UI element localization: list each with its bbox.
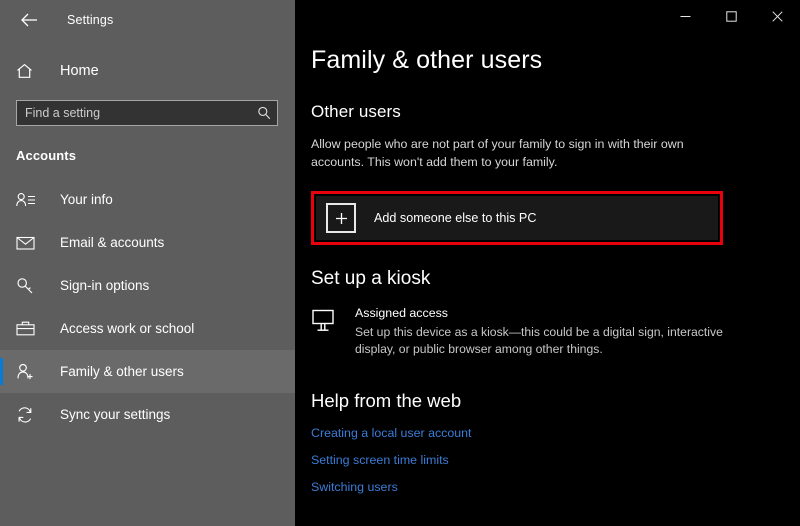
- sidebar-item-your-info[interactable]: Your info: [0, 178, 295, 221]
- maximize-button[interactable]: [708, 0, 754, 32]
- window-controls: [662, 0, 800, 32]
- help-links-list: Creating a local user account Setting sc…: [311, 426, 800, 494]
- sidebar-item-label: Email & accounts: [60, 235, 165, 250]
- settings-window: Settings Home Accounts: [0, 0, 800, 526]
- close-button[interactable]: [754, 0, 800, 32]
- monitor-icon: [311, 306, 347, 358]
- sidebar-item-label: Family & other users: [60, 364, 184, 379]
- help-link-creating-local-user-account[interactable]: Creating a local user account: [311, 426, 471, 440]
- help-link-setting-screen-time-limits[interactable]: Setting screen time limits: [311, 453, 449, 467]
- main-content: Family & other users Other users Allow p…: [295, 0, 800, 526]
- add-someone-else-button[interactable]: Add someone else to this PC: [316, 196, 718, 240]
- home-label: Home: [60, 63, 99, 79]
- back-arrow-icon[interactable]: [14, 5, 44, 35]
- sidebar: Settings Home Accounts: [0, 0, 295, 526]
- sidebar-item-sync-your-settings[interactable]: Sync your settings: [0, 393, 295, 436]
- sidebar-item-label: Sync your settings: [60, 407, 171, 422]
- assigned-access-title: Assigned access: [355, 306, 448, 320]
- kiosk-heading: Set up a kiosk: [311, 268, 431, 289]
- search-box[interactable]: [16, 100, 278, 126]
- sidebar-nav: Your info Email & accounts Sign-in optio…: [0, 178, 295, 436]
- sync-icon: [16, 406, 40, 424]
- assigned-access-description: Set up this device as a kiosk—this could…: [355, 325, 723, 356]
- sidebar-item-family-other-users[interactable]: Family & other users: [0, 350, 295, 393]
- sidebar-titlebar: Settings: [0, 0, 295, 40]
- person-info-icon: [16, 192, 40, 208]
- search-input[interactable]: [17, 106, 251, 120]
- home-icon: [16, 63, 38, 79]
- window-title: Settings: [67, 13, 114, 27]
- sidebar-item-email-accounts[interactable]: Email & accounts: [0, 221, 295, 264]
- envelope-icon: [16, 235, 40, 250]
- sidebar-item-home[interactable]: Home: [0, 54, 295, 88]
- main-inner: Family & other users Other users Allow p…: [295, 0, 800, 494]
- search-icon[interactable]: [251, 106, 277, 120]
- key-icon: [16, 277, 40, 295]
- briefcase-icon: [16, 320, 40, 337]
- sidebar-item-label: Sign-in options: [60, 278, 150, 293]
- sidebar-item-sign-in-options[interactable]: Sign-in options: [0, 264, 295, 307]
- add-user-highlight-annotation: Add someone else to this PC: [311, 191, 723, 245]
- add-someone-else-label: Add someone else to this PC: [374, 211, 537, 225]
- help-heading: Help from the web: [311, 390, 462, 411]
- plus-square-icon: [326, 203, 356, 233]
- minimize-button[interactable]: [662, 0, 708, 32]
- sidebar-item-label: Access work or school: [60, 321, 195, 336]
- assigned-access-row[interactable]: Assigned access Set up this device as a …: [311, 306, 800, 358]
- help-link-switching-users[interactable]: Switching users: [311, 480, 398, 494]
- page-title: Family & other users: [311, 46, 543, 74]
- other-users-heading: Other users: [311, 102, 401, 121]
- sidebar-item-label: Your info: [60, 192, 113, 207]
- person-add-icon: [16, 363, 40, 381]
- sidebar-item-access-work-school[interactable]: Access work or school: [0, 307, 295, 350]
- assigned-access-text: Assigned access Set up this device as a …: [355, 306, 730, 358]
- other-users-description: Allow people who are not part of your fa…: [311, 137, 684, 169]
- sidebar-category-label: Accounts: [16, 148, 77, 163]
